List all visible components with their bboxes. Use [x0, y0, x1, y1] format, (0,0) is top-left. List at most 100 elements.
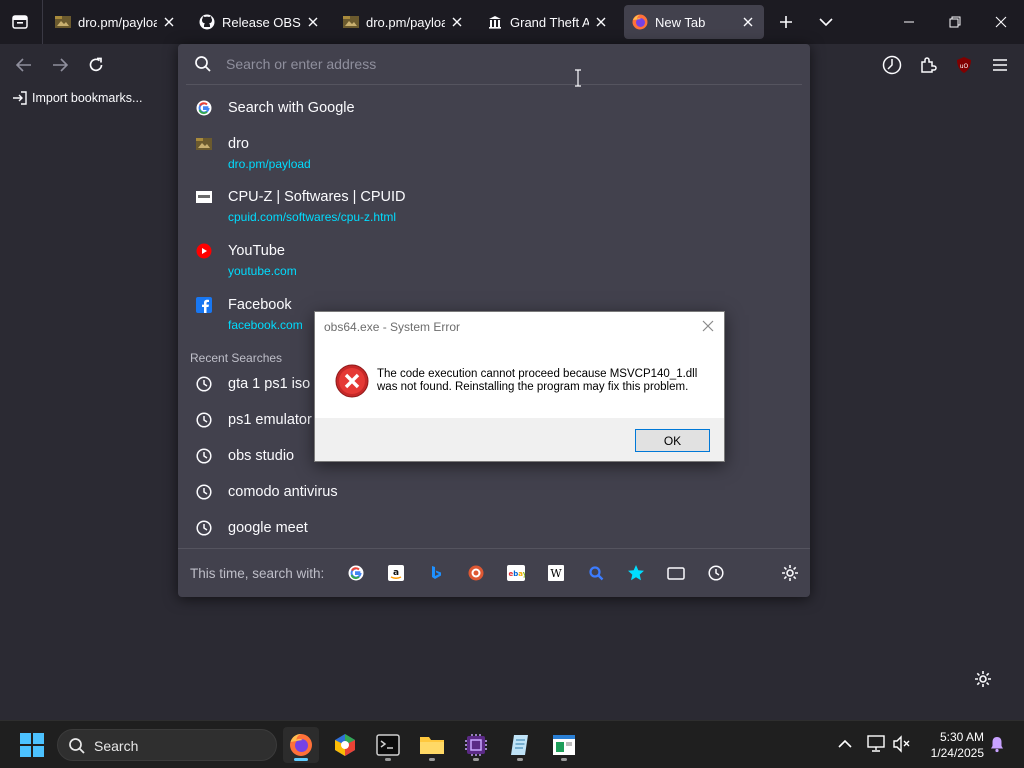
close-window-button[interactable]: [978, 0, 1024, 44]
arrow-left-icon: [16, 58, 31, 72]
windows-logo-icon: [20, 733, 44, 757]
extensions-button[interactable]: [916, 53, 940, 77]
history-icon[interactable]: [706, 563, 726, 583]
dialog-title: obs64.exe - System Error: [324, 320, 461, 334]
tab-title: New Tab: [655, 14, 706, 30]
tab-new-tab[interactable]: New Tab: [624, 5, 764, 39]
close-icon[interactable]: [449, 14, 465, 30]
search-icon: [68, 737, 86, 755]
taskbar-terminal[interactable]: [370, 727, 406, 763]
volume-button[interactable]: [891, 733, 913, 755]
tab-separator: [42, 0, 43, 44]
svg-text:a: a: [393, 568, 399, 578]
result-url: facebook.com: [228, 318, 303, 332]
google-icon[interactable]: [346, 563, 366, 583]
result-dro[interactable]: dro dro.pm/payload: [188, 132, 800, 176]
bell-icon: [991, 737, 1003, 753]
restore-button[interactable]: [932, 0, 978, 44]
github-icon: [199, 14, 215, 30]
result-url: youtube.com: [228, 264, 297, 278]
running-indicator: [517, 758, 523, 761]
address-input[interactable]: [226, 52, 786, 76]
taskbar-clock[interactable]: 5:30 AM 1/24/2025: [920, 729, 984, 761]
close-icon[interactable]: [161, 14, 177, 30]
sync-button[interactable]: [880, 53, 904, 77]
running-indicator: [561, 758, 567, 761]
close-icon[interactable]: [593, 14, 609, 30]
wikipedia-icon[interactable]: W: [546, 563, 566, 583]
dialog-message: The code execution cannot proceed becaus…: [377, 368, 698, 393]
minimize-icon: [904, 21, 914, 23]
amazon-icon[interactable]: a: [386, 563, 406, 583]
close-icon[interactable]: [740, 14, 756, 30]
clock-date: 1/24/2025: [930, 746, 984, 760]
hamburger-menu-icon: [993, 59, 1007, 71]
list-all-tabs-button[interactable]: [814, 10, 838, 34]
result-search-with-google[interactable]: Search with Google: [188, 94, 800, 122]
recent-search-item[interactable]: comodo antivirus: [188, 478, 800, 508]
one-off-search-bar: This time, search with: a ebay W: [178, 548, 810, 597]
recent-searches-label: Recent Searches: [190, 351, 283, 365]
result-title: dro: [228, 136, 249, 152]
show-hidden-icons-button[interactable]: [834, 733, 856, 755]
import-bookmarks-button[interactable]: Import bookmarks...: [12, 90, 142, 106]
tab-3[interactable]: dro.pm/payload: [335, 5, 473, 39]
taskbar-notepad[interactable]: [502, 727, 538, 763]
back-button[interactable]: [12, 53, 36, 77]
app-menu-button[interactable]: [988, 53, 1012, 77]
taskbar-search-label: Search: [94, 738, 139, 754]
gear-icon: [975, 671, 991, 687]
close-icon: [995, 16, 1007, 28]
close-icon[interactable]: [305, 14, 321, 30]
new-tab-button[interactable]: [774, 10, 798, 34]
tab-strip: dro.pm/payload Release OBS Stu dro.pm/pa…: [0, 0, 1024, 44]
duckduckgo-icon[interactable]: [466, 563, 486, 583]
history-icon: [196, 520, 212, 536]
search-icon[interactable]: [586, 563, 606, 583]
dialog-close-button[interactable]: [700, 318, 716, 334]
result-title: CPU-Z | Softwares | CPUID: [228, 189, 406, 205]
taskbar-firefox[interactable]: [283, 727, 319, 763]
taskbar-app-colorful[interactable]: [327, 727, 363, 763]
windows-start-button[interactable]: [20, 733, 44, 757]
recent-search-item[interactable]: google meet: [188, 514, 800, 544]
bing-icon[interactable]: [426, 563, 446, 583]
network-monitor-icon: [867, 735, 885, 752]
taskbar-search-box[interactable]: Search: [57, 729, 277, 761]
terminal-icon: [376, 734, 400, 756]
reload-button[interactable]: [84, 53, 108, 77]
recent-search-text: gta 1 ps1 iso d: [228, 376, 323, 392]
gear-icon: [782, 565, 798, 581]
network-button[interactable]: [866, 733, 888, 755]
forward-button[interactable]: [48, 53, 72, 77]
search-icon: [194, 55, 212, 73]
tab-2[interactable]: Release OBS Stu: [191, 5, 329, 39]
bookmark-star-icon[interactable]: [626, 563, 646, 583]
customize-new-tab-button[interactable]: [972, 668, 994, 690]
taskbar-file-explorer[interactable]: [414, 727, 450, 763]
result-cpuz[interactable]: CPU-Z | Softwares | CPUID cpuid.com/soft…: [188, 185, 800, 229]
one-off-label: This time, search with:: [190, 566, 325, 581]
app-hexagon-icon: [335, 734, 355, 756]
search-settings-button[interactable]: [780, 563, 800, 583]
tab-4[interactable]: Grand Theft Aut: [479, 5, 617, 39]
speaker-muted-icon: [893, 735, 910, 753]
result-title: Facebook: [228, 297, 292, 313]
notifications-button[interactable]: [986, 733, 1008, 755]
taskbar-cpuz[interactable]: [458, 727, 494, 763]
ok-button[interactable]: OK: [635, 429, 710, 452]
result-youtube[interactable]: YouTube youtube.com: [188, 239, 800, 283]
ebay-icon[interactable]: ebay: [506, 563, 526, 583]
folder-image-icon: [196, 136, 212, 152]
chevron-up-icon: [838, 739, 852, 748]
tabs-icon[interactable]: [666, 563, 686, 583]
minimize-button[interactable]: [886, 0, 932, 44]
tab-1[interactable]: dro.pm/payload: [47, 5, 185, 39]
taskbar-obs-window[interactable]: [546, 727, 582, 763]
folder-image-icon: [55, 14, 71, 30]
youtube-icon: [196, 243, 212, 259]
ublock-origin-button[interactable]: uO: [952, 53, 976, 77]
result-url: cpuid.com/softwares/cpu-z.html: [228, 210, 397, 224]
running-indicator: [294, 758, 308, 761]
firefox-view-button[interactable]: [8, 10, 32, 34]
